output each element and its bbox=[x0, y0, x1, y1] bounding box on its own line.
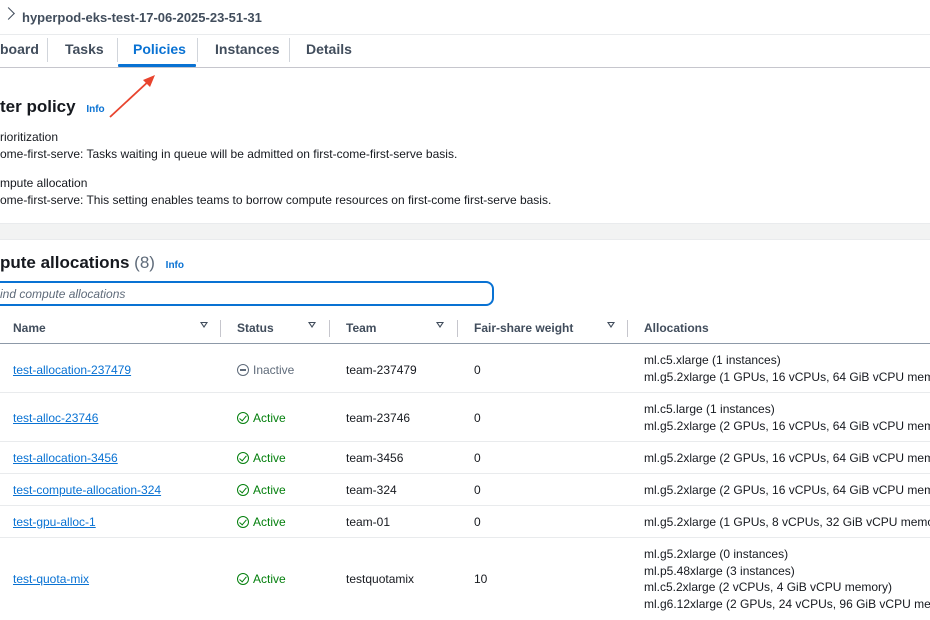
status-active-icon bbox=[237, 516, 249, 528]
status-inactive-icon bbox=[237, 364, 249, 376]
allocations-heading: pute allocations (8) Info bbox=[0, 253, 184, 273]
allocations-cell: ml.c5.large (1 instances) ml.g5.2xlarge … bbox=[644, 401, 930, 434]
divider bbox=[0, 34, 930, 35]
allocation-name-link[interactable]: test-gpu-alloc-1 bbox=[13, 515, 96, 529]
allocation-line: ml.c5.2xlarge (2 vCPUs, 4 GiB vCPU memor… bbox=[644, 580, 893, 594]
team-cell: team-324 bbox=[346, 483, 397, 497]
weight-cell: 0 bbox=[474, 451, 481, 465]
status-active-icon bbox=[237, 412, 249, 424]
status-badge: Active bbox=[237, 451, 286, 465]
allocations-info-link[interactable]: Info bbox=[166, 260, 184, 271]
allocations-cell: ml.g5.2xlarge (2 GPUs, 16 vCPUs, 64 GiB … bbox=[644, 450, 930, 467]
status-badge: Active bbox=[237, 411, 286, 425]
status-active-icon bbox=[237, 452, 249, 464]
tab-dashboard[interactable]: board bbox=[0, 41, 39, 57]
status-text: Inactive bbox=[253, 363, 295, 377]
column-header-status[interactable]: Status bbox=[237, 321, 274, 335]
tab-tasks[interactable]: Tasks bbox=[65, 41, 104, 57]
sort-caret-icon[interactable] bbox=[200, 322, 208, 328]
team-cell: testquotamix bbox=[346, 572, 415, 586]
policy-title: ter policy bbox=[0, 97, 76, 116]
table-header-divider bbox=[0, 343, 930, 344]
compute-allocation-label: mpute allocation bbox=[0, 176, 88, 190]
team-cell: team-01 bbox=[346, 515, 391, 529]
allocation-line: ml.g5.2xlarge (2 GPUs, 16 vCPUs, 64 GiB … bbox=[644, 483, 930, 497]
column-separator bbox=[329, 320, 330, 337]
sort-caret-icon[interactable] bbox=[308, 322, 316, 328]
row-divider bbox=[0, 473, 930, 474]
allocation-line: ml.g6.12xlarge (2 GPUs, 24 vCPUs, 96 GiB… bbox=[644, 596, 930, 611]
allocation-name-link[interactable]: test-quota-mix bbox=[13, 572, 89, 586]
allocation-line: ml.g5.2xlarge (1 GPUs, 8 vCPUs, 32 GiB v… bbox=[644, 515, 930, 529]
weight-cell: 10 bbox=[474, 572, 488, 586]
row-divider bbox=[0, 441, 930, 442]
allocation-line: ml.c5.xlarge (1 instances) bbox=[644, 353, 781, 367]
column-header-fair-share-weight[interactable]: Fair-share weight bbox=[474, 321, 573, 335]
allocation-line: ml.g5.2xlarge (1 GPUs, 16 vCPUs, 64 GiB … bbox=[644, 369, 930, 384]
tab-policies[interactable]: Policies bbox=[133, 41, 186, 57]
status-text: Active bbox=[253, 411, 286, 425]
status-text: Active bbox=[253, 451, 286, 465]
row-divider bbox=[0, 537, 930, 538]
compute-allocation-value: ome-first-serve: This setting enables te… bbox=[0, 193, 552, 207]
tab-instances[interactable]: Instances bbox=[215, 41, 280, 57]
tab-separator bbox=[47, 38, 48, 62]
column-separator bbox=[457, 320, 458, 337]
breadcrumb-current: hyperpod-eks-test-17-06-2025-23-51-31 bbox=[22, 10, 262, 25]
status-text: Active bbox=[253, 515, 286, 529]
allocation-name-link[interactable]: test-allocation-237479 bbox=[13, 363, 131, 377]
status-text: Active bbox=[253, 572, 286, 586]
status-active-icon bbox=[237, 484, 249, 496]
prioritization-value: ome-first-serve: Tasks waiting in queue … bbox=[0, 147, 458, 161]
allocations-cell: ml.g5.2xlarge (0 instances) ml.p5.48xlar… bbox=[644, 546, 930, 612]
column-header-allocations: Allocations bbox=[644, 321, 709, 335]
status-badge: Inactive bbox=[237, 363, 294, 377]
allocations-title: pute allocations bbox=[0, 253, 130, 272]
status-badge: Active bbox=[237, 515, 286, 529]
row-divider bbox=[0, 392, 930, 393]
tab-separator bbox=[197, 38, 198, 62]
weight-cell: 0 bbox=[474, 515, 481, 529]
status-badge: Active bbox=[237, 483, 286, 497]
column-separator bbox=[220, 320, 221, 337]
team-cell: team-237479 bbox=[346, 363, 417, 377]
row-divider bbox=[0, 505, 930, 506]
allocation-name-link[interactable]: test-alloc-23746 bbox=[13, 411, 98, 425]
weight-cell: 0 bbox=[474, 411, 481, 425]
section-separator bbox=[0, 223, 930, 240]
allocation-line: ml.g5.2xlarge (0 instances) bbox=[644, 547, 789, 561]
weight-cell: 0 bbox=[474, 483, 481, 497]
tab-separator bbox=[289, 38, 290, 62]
prioritization-label: rioritization bbox=[0, 130, 59, 144]
allocation-line: ml.g5.2xlarge (2 GPUs, 16 vCPUs, 64 GiB … bbox=[644, 451, 930, 465]
team-cell: team-3456 bbox=[346, 451, 404, 465]
status-text: Active bbox=[253, 483, 286, 497]
column-header-team[interactable]: Team bbox=[346, 321, 376, 335]
allocations-count: (8) bbox=[134, 253, 155, 272]
allocations-cell: ml.g5.2xlarge (1 GPUs, 8 vCPUs, 32 GiB v… bbox=[644, 514, 930, 531]
allocation-name-link[interactable]: test-compute-allocation-324 bbox=[13, 483, 161, 497]
tab-details[interactable]: Details bbox=[306, 41, 352, 57]
weight-cell: 0 bbox=[474, 363, 481, 377]
allocations-cell: ml.g5.2xlarge (2 GPUs, 16 vCPUs, 64 GiB … bbox=[644, 482, 930, 499]
column-separator bbox=[627, 320, 628, 337]
annotation-arrow-icon bbox=[109, 75, 155, 118]
sort-caret-icon[interactable] bbox=[436, 322, 444, 328]
allocation-line: ml.p5.48xlarge (3 instances) bbox=[644, 563, 795, 578]
column-header-name[interactable]: Name bbox=[13, 321, 46, 335]
status-active-icon bbox=[237, 573, 249, 585]
policy-info-link[interactable]: Info bbox=[86, 104, 104, 115]
allocation-line: ml.g5.2xlarge (2 GPUs, 16 vCPUs, 64 GiB … bbox=[644, 418, 930, 433]
tabs-divider bbox=[0, 67, 930, 68]
allocation-name-link[interactable]: test-allocation-3456 bbox=[13, 451, 118, 465]
status-badge: Active bbox=[237, 572, 286, 586]
sort-caret-icon[interactable] bbox=[607, 322, 615, 328]
policy-heading: ter policy Info bbox=[0, 97, 105, 117]
tab-separator bbox=[117, 38, 118, 62]
allocation-line: ml.c5.large (1 instances) bbox=[644, 402, 775, 416]
team-cell: team-23746 bbox=[346, 411, 411, 425]
search-placeholder: ind compute allocations bbox=[0, 287, 126, 301]
allocations-cell: ml.c5.xlarge (1 instances) ml.g5.2xlarge… bbox=[644, 352, 930, 385]
